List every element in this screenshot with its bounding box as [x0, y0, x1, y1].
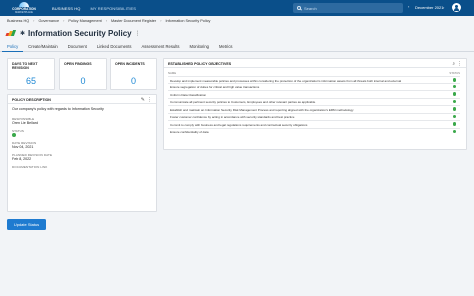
objective-name: Foster customer confidence by acting in … [170, 115, 295, 119]
status-indicator [452, 129, 456, 134]
kpi-value: 65 [25, 76, 36, 86]
policy-description-card: POLICY DESCRIPTION ✎ ⋮ Our company's pol… [7, 94, 157, 212]
policy-objectives-card: ESTABLISHED POLICY OBJECTIVES ⌕ ⋮ NAME S… [163, 58, 467, 150]
breadcrumb: Business HQ › Governance › Policy Manage… [7, 17, 210, 25]
more-options-icon[interactable]: ⋮ [135, 30, 141, 37]
tab-document[interactable]: Document [63, 42, 92, 52]
kpi-open-incidents: OPEN INCIDENTS 0 [110, 58, 157, 90]
nav-my-responsibilities[interactable]: MY RESPONSIBILITIES [90, 6, 136, 11]
objective-row[interactable]: Develop and implement measurable policie… [168, 76, 460, 83]
kpi-label: DAYS TO NEXT REVISION [12, 62, 38, 71]
status-indicator [452, 122, 456, 126]
more-options-icon[interactable]: ⋮ [147, 97, 152, 103]
policy-description-text: Our company's policy with regards to Inf… [12, 107, 104, 111]
tab-metrics[interactable]: Metrics [214, 42, 238, 52]
kpi-label: OPEN INCIDENTS [115, 62, 145, 66]
column-name: NAME [168, 71, 177, 75]
objective-name: Commit to comply with business and legal… [170, 122, 308, 127]
status-indicator [452, 114, 456, 119]
status-indicator [12, 133, 16, 137]
nav-business-hq[interactable]: BUSINESS HQ [52, 6, 80, 11]
search-icon[interactable]: ⌕ [452, 61, 455, 66]
period-selector[interactable]: December 2021 [415, 5, 443, 10]
breadcrumb-separator: › [160, 19, 162, 23]
breadcrumb-master-document-register[interactable]: Master Document Register [111, 19, 156, 23]
edit-icon[interactable]: ✎ [141, 97, 145, 103]
card-header: ESTABLISHED POLICY OBJECTIVES ⌕ ⋮ [164, 59, 466, 68]
corporation-logo[interactable]: CORPORATION MARKETPLACE [6, 0, 42, 16]
kpi-value: 0 [130, 76, 136, 86]
kpi-open-findings: OPEN FINDINGS 0 [59, 58, 107, 90]
objective-name: Establish and maintain an Information Se… [170, 107, 354, 112]
status-indicator [452, 78, 456, 82]
breadcrumb-separator: › [63, 19, 65, 23]
objective-row[interactable]: Communicate all pertinent security polic… [168, 97, 460, 104]
objective-name: Ensure segregation of duties for critica… [170, 85, 260, 89]
search-input[interactable] [304, 5, 399, 11]
responsible-value: Oren Lie Bellard [12, 121, 38, 125]
breadcrumb-separator: › [105, 19, 108, 23]
date-revision-value: Nov 04, 2021 [12, 145, 34, 149]
tab-monitoring[interactable]: Monitoring [184, 42, 214, 52]
status-indicator [452, 99, 456, 104]
breadcrumb-governance[interactable]: Governance [38, 19, 59, 23]
tab-assessment-results[interactable]: Assessment Results [137, 42, 185, 52]
card-title: POLICY DESCRIPTION [12, 98, 51, 102]
breadcrumb-business-hq[interactable]: Business HQ [7, 19, 29, 23]
logo-subtext: MARKETPLACE [15, 11, 33, 14]
objective-row[interactable]: Ensure segregation of duties for critica… [168, 82, 460, 89]
date-next-icon[interactable]: › [443, 5, 444, 10]
kpi-label: OPEN FINDINGS [64, 62, 92, 66]
objective-row[interactable]: Commit to comply with business and legal… [168, 120, 460, 127]
objective-name: Communicate all pertinent security polic… [170, 100, 316, 104]
objective-name: Ensure confidentiality of data [170, 130, 209, 134]
breadcrumb-current: Information Security Policy [165, 19, 211, 23]
tab-linked-documents[interactable]: Linked Documents [92, 42, 137, 52]
status-indicator [452, 84, 456, 89]
kpi-value: 0 [80, 76, 86, 86]
kpi-days-to-next-revision: DAYS TO NEXT REVISION 65 [7, 58, 55, 90]
search-icon [297, 6, 301, 10]
card-header: POLICY DESCRIPTION ✎ ⋮ [8, 95, 156, 104]
status-indicator [452, 107, 456, 111]
breadcrumb-separator: › [33, 19, 35, 23]
app-logo-icon [5, 29, 18, 37]
user-avatar-icon[interactable] [452, 3, 461, 12]
documentation-link-label: DOCUMENTATION LINK [12, 165, 48, 169]
title-row: ✱ Information Security Policy ⋮ [5, 28, 141, 38]
objective-name: Uniform Data Classification [170, 92, 207, 97]
objective-row[interactable]: Foster customer confidence by acting in … [168, 112, 460, 119]
column-status: STATUS [449, 71, 460, 75]
update-status-button[interactable]: Update Status [7, 219, 46, 230]
tab-create-maintain[interactable]: Create/Maintain [23, 42, 63, 52]
search-box[interactable] [293, 3, 403, 13]
breadcrumb-policy-management[interactable]: Policy Management [68, 19, 101, 23]
page-title: Information Security Policy [28, 28, 132, 38]
more-options-icon[interactable]: ⋮ [457, 61, 462, 67]
objective-row[interactable]: Uniform Data Classification [168, 90, 460, 97]
tab-bar: Policy Create/Maintain Document Linked D… [0, 42, 474, 52]
objective-row[interactable]: Establish and maintain an Information Se… [168, 105, 460, 112]
planned-revision-value: Feb 8, 2022 [12, 157, 32, 161]
policy-icon: ✱ [20, 30, 26, 37]
status-indicator [452, 92, 456, 96]
card-title: ESTABLISHED POLICY OBJECTIVES [168, 62, 232, 66]
tab-policy[interactable]: Policy [2, 42, 24, 52]
date-prev-icon[interactable]: ‹ [408, 4, 409, 9]
objective-row[interactable]: Ensure confidentiality of data [168, 127, 460, 134]
